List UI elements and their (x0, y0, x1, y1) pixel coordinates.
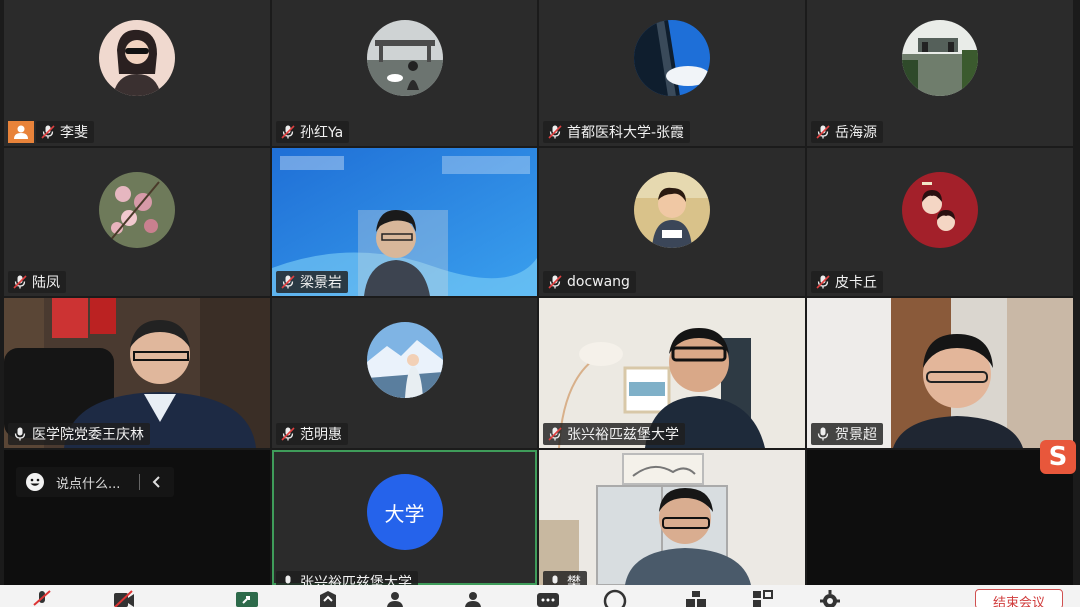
participant-video-tile[interactable]: 樊 (539, 450, 805, 585)
participant-name: 李斐 (60, 125, 88, 141)
participant-tile[interactable]: docwang (539, 148, 805, 296)
video-feed (539, 450, 805, 585)
mic-muted-icon (281, 275, 295, 289)
apps-icon[interactable] (684, 589, 708, 607)
mic-muted-icon (816, 275, 830, 289)
participant-name-tag: 陆凤 (8, 271, 66, 293)
participant-name: 贺景超 (835, 427, 877, 443)
record-icon[interactable] (603, 589, 627, 607)
participant-name: 岳海源 (835, 125, 877, 141)
mic-muted-icon (13, 275, 27, 289)
chat-input-bar[interactable]: 说点什么... (16, 467, 174, 497)
avatar-text: 大学 (366, 474, 443, 550)
participant-name-tag: docwang (543, 271, 636, 293)
participant-name-tag: 医学院党委王庆林 (8, 423, 150, 445)
avatar (902, 172, 978, 248)
mic-muted-icon (548, 125, 562, 139)
stop-video-icon[interactable] (112, 589, 136, 607)
share-screen-icon[interactable] (235, 589, 259, 607)
participant-name: 医学院党委王庆林 (32, 427, 144, 443)
chevron-left-icon[interactable] (148, 473, 166, 491)
participant-name: 陆凤 (32, 275, 60, 291)
participant-name: 孙红Ya (300, 125, 344, 141)
participant-video-tile[interactable]: 贺景超 (807, 298, 1073, 448)
participant-video-tile[interactable]: 医学院党委王庆林 (4, 298, 270, 448)
chat-input-placeholder[interactable]: 说点什么... (56, 473, 120, 492)
participant-video-tile[interactable]: 梁景岩 (272, 148, 537, 296)
divider (139, 474, 140, 490)
participant-name-tag: 孙红Ya (276, 121, 350, 143)
mic-icon (817, 427, 829, 441)
participant-tile[interactable]: 皮卡丘 (807, 148, 1073, 296)
empty-tile (807, 450, 1073, 585)
participant-name: 张兴裕匹兹堡大学 (567, 427, 679, 443)
participant-name-tag: 贺景超 (811, 423, 883, 445)
participant-name: docwang (567, 274, 630, 290)
participant-name-tag: 张兴裕匹兹堡大学 (276, 571, 418, 585)
participant-name-tag: 皮卡丘 (811, 271, 883, 293)
participant-tile[interactable]: 范明惠 (272, 298, 537, 448)
participant-tile[interactable]: 孙红Ya (272, 0, 537, 146)
mic-muted-icon (281, 427, 295, 441)
participant-name-tag: 张兴裕匹兹堡大学 (543, 423, 685, 445)
participant-name-tag: 范明惠 (276, 423, 348, 445)
mic-muted-icon (281, 125, 295, 139)
participant-name-tag: 岳海源 (811, 121, 883, 143)
mic-muted-icon (816, 125, 830, 139)
participant-name-tag: 樊 (543, 571, 587, 585)
participant-name-tag: 首都医科大学-张霞 (543, 121, 691, 143)
participants-icon[interactable] (461, 589, 485, 607)
avatar (366, 322, 443, 398)
participant-tile[interactable]: 李斐 (4, 0, 270, 146)
settings-gear-icon[interactable] (818, 589, 842, 607)
chat-icon[interactable] (536, 589, 560, 607)
avatar (99, 20, 175, 96)
emoji-icon[interactable] (24, 471, 46, 493)
mic-icon (285, 575, 291, 584)
participant-name: 皮卡丘 (835, 275, 877, 291)
participant-name: 张兴裕匹兹堡大学 (300, 575, 412, 585)
security-icon[interactable] (316, 589, 340, 607)
meeting-stage: 李斐 孙红Ya 首都医科大学-张霞 岳海源 陆凤 梁景岩 docwang 皮卡丘… (0, 0, 1080, 607)
participant-name-tag: 梁景岩 (276, 271, 348, 293)
participant-name-tag: 李斐 (36, 121, 94, 143)
participants-admin-icon[interactable] (384, 589, 408, 607)
participant-name: 梁景岩 (300, 275, 342, 291)
mic-icon (14, 427, 26, 441)
avatar (99, 172, 175, 248)
participant-tile-active[interactable]: 大学 张兴裕匹兹堡大学 (272, 450, 537, 585)
avatar (634, 172, 710, 248)
participant-name: 樊 (567, 575, 581, 585)
participant-video-tile[interactable]: 张兴裕匹兹堡大学 (539, 298, 805, 448)
mic-muted-icon (548, 275, 562, 289)
avatar (902, 20, 978, 96)
mic-icon (552, 575, 558, 584)
participant-tile[interactable]: 首都医科大学-张霞 (539, 0, 805, 146)
avatar (634, 20, 710, 96)
participant-name: 范明惠 (300, 427, 342, 443)
participant-tile[interactable]: 岳海源 (807, 0, 1073, 146)
mic-muted-icon (548, 427, 562, 441)
sogou-ime-icon[interactable]: S (1040, 440, 1076, 474)
avatar (366, 20, 443, 96)
mic-muted-icon (41, 125, 55, 139)
host-badge (8, 121, 34, 143)
layout-icon[interactable] (751, 589, 775, 607)
participant-tile[interactable]: 陆凤 (4, 148, 270, 296)
end-meeting-button[interactable]: 结束会议 (975, 589, 1063, 607)
mute-mic-icon[interactable] (30, 589, 54, 607)
host-icon (14, 125, 28, 139)
participant-name: 首都医科大学-张霞 (567, 125, 685, 141)
meeting-toolbar (0, 585, 1080, 607)
